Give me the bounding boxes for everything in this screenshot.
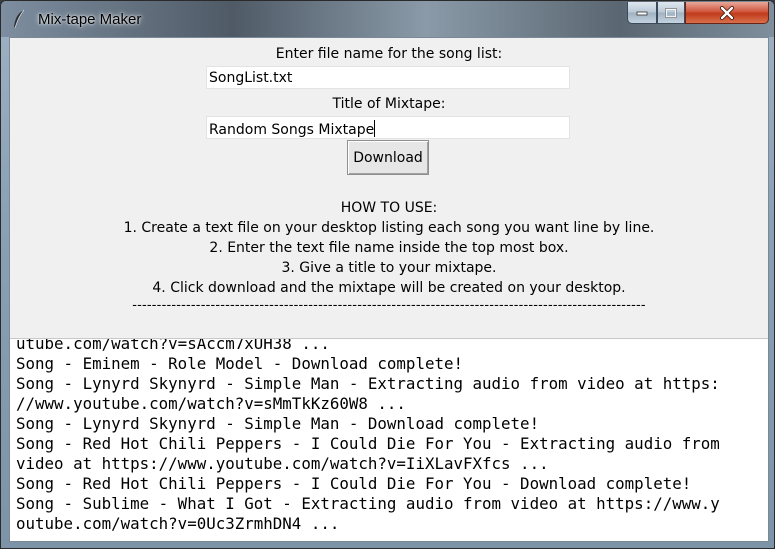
instruction-step: 4. Click download and the mixtape will b… <box>152 280 626 296</box>
title-input-value: Random Songs Mixtape <box>209 122 375 138</box>
title-bar[interactable]: Mix-tape Maker <box>1 1 774 37</box>
separator-line: ----------------------------------------… <box>132 298 646 313</box>
maximize-icon <box>665 7 677 18</box>
log-line: Song - Red Hot Chili Peppers - I Could D… <box>16 434 720 453</box>
log-line: Song - Sublime - What I Got - Extracting… <box>16 494 720 513</box>
log-line: Song - Red Hot Chili Peppers - I Could D… <box>16 474 692 493</box>
title-label: Title of Mixtape: <box>332 96 446 112</box>
log-line: Song - Lynyrd Skynyrd - Simple Man - Ext… <box>16 374 720 393</box>
maximize-button[interactable] <box>657 2 685 24</box>
feather-icon <box>14 9 25 29</box>
download-button[interactable]: Download <box>347 140 429 175</box>
window-title: Mix-tape Maker <box>38 11 142 28</box>
client-area: Enter file name for the song list: SongL… <box>9 37 769 542</box>
log-line: //www.youtube.com/watch?v=sMmTkKz60W8 ..… <box>16 394 406 413</box>
instruction-step: 3. Give a title to your mixtape. <box>281 260 497 276</box>
filename-label: Enter file name for the song list: <box>275 46 503 62</box>
log-line: Song - Eminem - Role Model - Download co… <box>16 354 463 373</box>
close-icon <box>720 5 734 20</box>
filename-input[interactable]: SongList.txt <box>206 66 570 89</box>
close-button[interactable] <box>685 2 769 24</box>
log-line: outube.com/watch?v=0Uc3ZrmhDN4 ... <box>16 514 340 533</box>
log-line: Song - Lynyrd Skynyrd - Simple Man - Dow… <box>16 414 540 433</box>
app-window: Mix-tape Maker Enter file name for the s… <box>0 0 775 549</box>
log-line: utube.com/watch?v=sAccm7xUH38 ... <box>16 338 330 353</box>
minimize-button[interactable] <box>627 2 657 24</box>
instruction-step: 2. Enter the text file name inside the t… <box>209 240 569 256</box>
log-line: video at https://www.youtube.com/watch?v… <box>16 454 549 473</box>
log-output[interactable]: utube.com/watch?v=sAccm7xUH38 ... Song -… <box>10 338 768 541</box>
filename-input-value: SongList.txt <box>209 70 293 86</box>
instruction-step: 1. Create a text file on your desktop li… <box>123 220 655 236</box>
title-input[interactable]: Random Songs Mixtape <box>206 116 570 139</box>
instructions-heading: HOW TO USE: <box>340 200 438 216</box>
text-caret <box>374 120 376 137</box>
minimize-icon <box>636 11 648 15</box>
